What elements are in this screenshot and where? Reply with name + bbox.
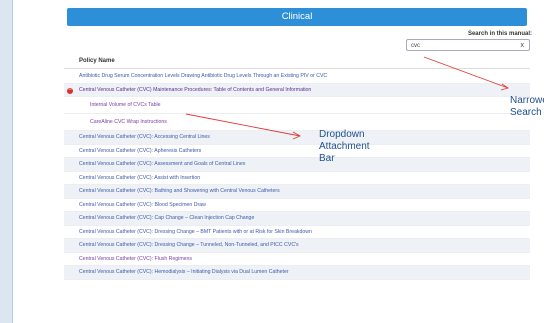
arrow-to-search: [423, 56, 509, 89]
annotation-arrows: [185, 56, 510, 140]
arrow-to-attachment: [185, 113, 301, 137]
